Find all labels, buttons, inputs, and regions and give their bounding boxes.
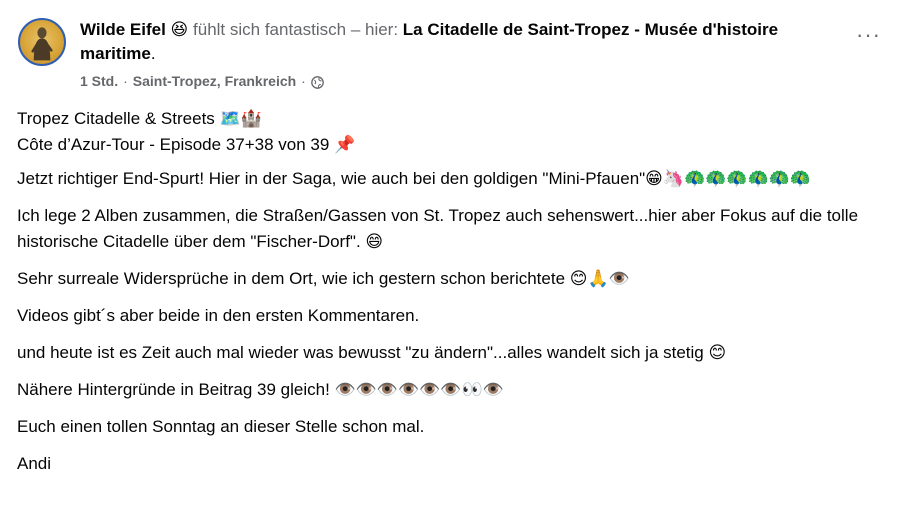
globe-icon[interactable]	[311, 75, 324, 89]
paragraph-4: Videos gibt´s aber beide in den ersten K…	[17, 306, 420, 325]
paragraph-7: Euch einen tollen Sonntag an dieser Stel…	[17, 417, 425, 436]
paragraph-6: Nähere Hintergründe in Beitrag 39 gleich…	[17, 380, 504, 399]
feeling-text: fühlt sich fantastisch – hier:	[193, 20, 403, 39]
post-location[interactable]: Saint-Tropez, Frankreich	[133, 72, 296, 90]
title-line-1: Tropez Citadelle & Streets 🗺️🏰	[17, 109, 262, 128]
header-line: Wilde Eifel 😆 fühlt sich fantastisch – h…	[80, 18, 839, 66]
signature: Andi	[17, 454, 52, 473]
avatar[interactable]	[18, 18, 66, 66]
meta-separator: ·	[123, 73, 128, 89]
title-line-2: Côte d’Azur-Tour - Episode 37+38 von 39 …	[17, 135, 356, 154]
author-name[interactable]: Wilde Eifel	[80, 20, 166, 39]
facebook-post: Wilde Eifel 😆 fühlt sich fantastisch – h…	[0, 0, 899, 520]
feeling-emoji: 😆	[170, 20, 189, 39]
post-body: Tropez Citadelle & Streets 🗺️🏰 Côte d’Az…	[17, 106, 883, 488]
paragraph-1: Jetzt richtiger End-Spurt! Hier in der S…	[17, 169, 812, 188]
paragraph-2: Ich lege 2 Alben zusammen, die Straßen/G…	[17, 206, 859, 251]
post-time[interactable]: 1 Std.	[80, 72, 118, 90]
post-header: Wilde Eifel 😆 fühlt sich fantastisch – h…	[80, 18, 839, 90]
post-meta: 1 Std. · Saint-Tropez, Frankreich ·	[80, 72, 839, 90]
paragraph-5: und heute ist es Zeit auch mal wieder wa…	[17, 343, 727, 362]
more-options-button[interactable]: ···	[856, 24, 881, 46]
post-title: Tropez Citadelle & Streets 🗺️🏰 Côte d’Az…	[17, 106, 883, 158]
place-suffix: .	[150, 44, 156, 63]
paragraph-3: Sehr surreale Widersprüche in dem Ort, w…	[17, 269, 630, 288]
meta-separator: ·	[301, 73, 306, 89]
avatar-image	[31, 27, 53, 61]
